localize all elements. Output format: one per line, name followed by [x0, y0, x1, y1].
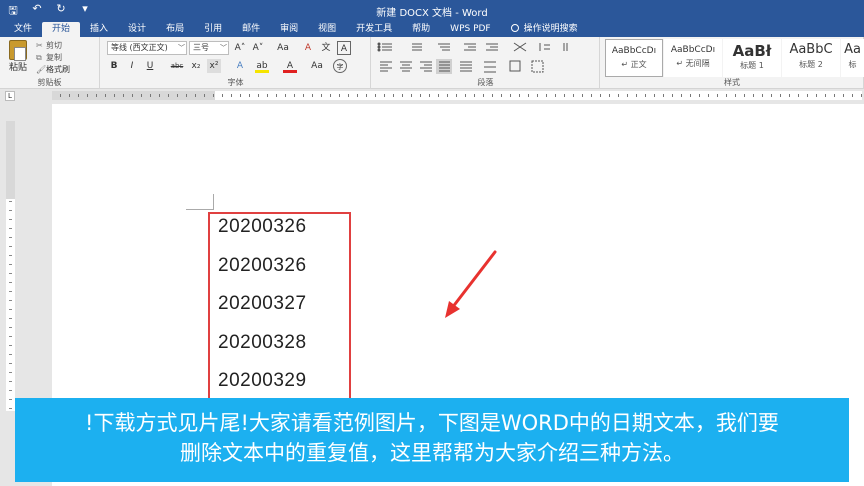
subtitle-caption: !下载方式见片尾!大家请看范例图片，下图是WORD中的日期文本，我们要 删除文本…: [15, 398, 849, 482]
caption-line-1: !下载方式见片尾!大家请看范例图片，下图是WORD中的日期文本，我们要: [85, 411, 779, 435]
caption-line-2: 删除文本中的重复值，这里帮帮为大家介绍三种方法。: [180, 441, 684, 465]
